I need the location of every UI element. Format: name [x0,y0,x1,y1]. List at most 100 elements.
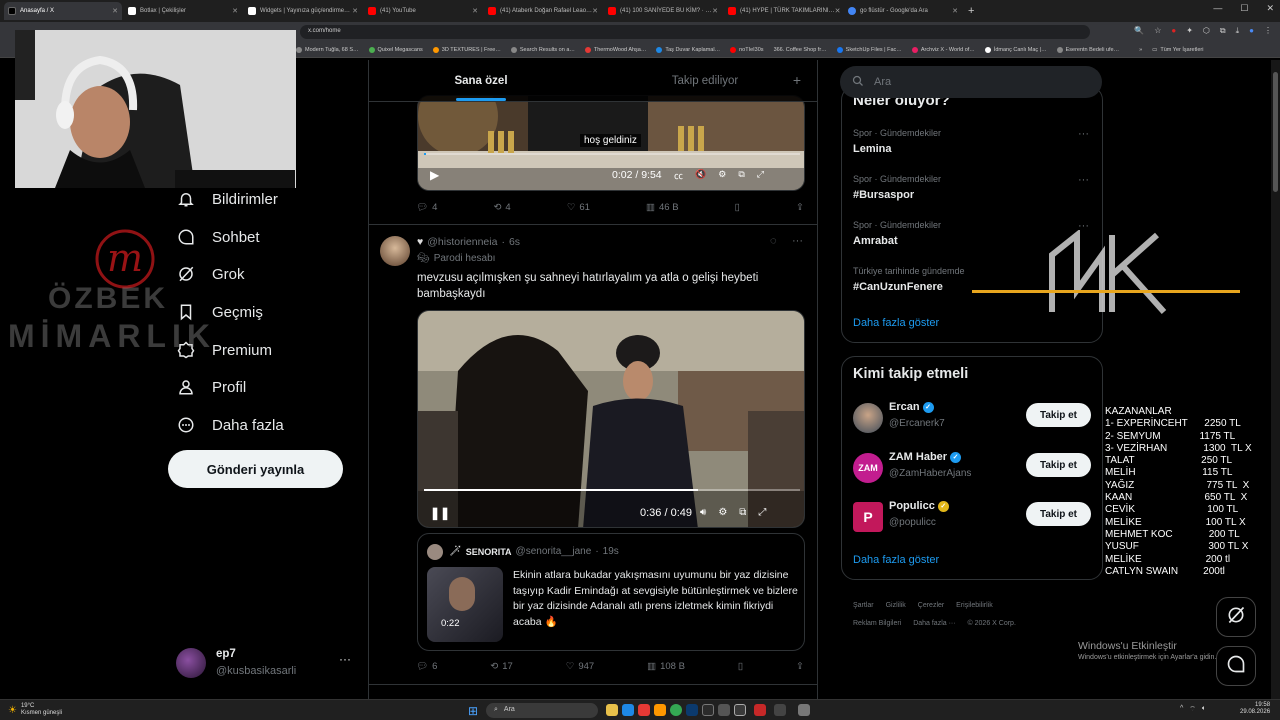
nav-item-chat[interactable]: Sohbet [176,227,260,247]
trend-more-icon[interactable]: ··· [1078,128,1089,140]
maximize-icon[interactable]: ☐ [1240,3,1248,14]
nav-item-grok[interactable]: Grok [176,264,245,284]
wifi-icon[interactable]: ⌔ [1189,705,1196,714]
photoshop-icon[interactable] [686,704,698,716]
messages-floating-button[interactable] [1216,646,1256,686]
reply-button[interactable]: 💬︎ 6 [416,661,437,672]
follow-button[interactable]: Takip et [1026,453,1091,477]
extension-icon[interactable]: ● [1171,26,1176,36]
volume-icon[interactable]: 🔊︎ [700,507,706,518]
nav-item-notifications[interactable]: Bildirimler [176,189,278,209]
app-icon[interactable] [798,704,810,716]
mute-icon[interactable]: 🔇 [695,169,706,182]
app-icon[interactable] [638,704,650,716]
tray-chevron-icon[interactable]: ^ [1180,705,1183,714]
edge-icon[interactable] [622,704,634,716]
footer-link[interactable]: Erişilebilirlik [956,602,993,609]
nav-item-profile[interactable]: Profil [176,377,246,397]
repost-button[interactable]: ⟲ 17 [490,661,513,672]
app-icon[interactable] [654,704,666,716]
follow-suggestion[interactable]: Ercan ✓ @Ercanerk7 Takip et [853,401,1093,437]
bookmark-item[interactable]: noTIeI30s [730,46,764,53]
tab-following[interactable]: Takip ediliyor [593,60,817,101]
like-button[interactable]: ♡ 947 [566,661,594,672]
browser-tab[interactable]: (41) HYPE | TÜRK TAKIMLARINI… ✕ [724,2,842,20]
app-icon[interactable] [774,704,786,716]
browser-tab[interactable]: (41) YouTube ✕ [364,2,482,20]
footer-link[interactable]: Gizlilik [886,602,906,609]
bookmark-item[interactable]: 3D TEXTURES | Free… [432,46,501,53]
search-box[interactable]: Ara [840,66,1102,98]
post-button[interactable]: Gönderi yayınla [168,450,343,488]
close-window-icon[interactable]: ✕ [1266,3,1274,14]
repost-button[interactable]: ⟲ 4 [493,202,510,213]
follow-button[interactable]: Takip et [1026,502,1091,526]
browser-tab[interactable]: Widgets | Yayınıza güç/endirme… ✕ [244,2,362,20]
show-more-trends-link[interactable]: Daha fazla göster [853,317,939,329]
play-icon[interactable]: ▶ [430,168,439,182]
video-progress-track[interactable] [424,489,800,491]
app-icon[interactable] [702,704,714,716]
address-input[interactable]: x.com/home [300,25,1090,39]
post-handle[interactable]: @historienneia [427,236,497,248]
trend-item[interactable]: Spor · Gündemdekiler #Bursaspor ··· [853,174,1089,201]
bookmarks-overflow[interactable]: » [1139,47,1142,53]
video-progress-track[interactable] [424,153,800,155]
browser-menu-icon[interactable]: ⋮ [1264,26,1272,36]
views-button[interactable]: ▥ 46 B [646,202,679,213]
captions-icon[interactable]: ㏄ [674,169,683,182]
footer-link[interactable]: Şartlar [853,602,874,609]
bookmark-item[interactable]: Taş Duvar Kaplamal… [656,46,720,53]
browser-tab[interactable]: go flüstür - Google'da Ara ✕ [844,2,962,20]
app-icon[interactable] [718,704,730,716]
bookmark-post-button[interactable]: ▯ [735,202,740,213]
close-tab-icon[interactable]: ✕ [592,7,598,15]
follow-button[interactable]: Takip et [1026,403,1091,427]
close-tab-icon[interactable]: ✕ [712,7,718,15]
fullscreen-icon[interactable]: ⤢ [757,169,764,182]
bookmark-item[interactable]: Eserentn Bedeli ufe… [1056,46,1119,53]
bookmark-item[interactable]: Modern Tuğla, 68 S… [296,46,359,53]
trend-item[interactable]: Spor · Gündemdekiler Lemina ··· [853,128,1089,155]
app-icon[interactable] [754,704,766,716]
windows-start-icon[interactable]: ⊞ [468,704,478,718]
add-tab-icon[interactable]: + [793,72,801,88]
quote-thumbnail[interactable]: 0:22 [427,567,503,642]
app-icon[interactable] [734,704,746,716]
views-button[interactable]: ▥ 108 B [647,661,685,672]
system-tray[interactable]: ^ ⌔ 🔈︎ [1180,705,1206,714]
new-tab-button[interactable]: + [968,5,974,17]
browser-tab[interactable]: (41) 100 SANİYEDE BU KİM? · … ✕ [604,2,722,20]
bookmark-post-button[interactable]: ▯ [738,661,743,672]
all-bookmarks-folder[interactable]: ▭ Tüm Yer İşaretleri [1152,47,1203,53]
bookmark-item[interactable]: Archviz X - World of… [911,46,975,53]
profile-avatar-icon[interactable]: ● [1249,26,1254,36]
trend-more-icon[interactable]: ··· [1078,174,1089,186]
close-tab-icon[interactable]: ✕ [472,7,478,15]
close-tab-icon[interactable]: ✕ [232,7,238,15]
close-tab-icon[interactable]: ✕ [835,7,841,15]
follow-suggestion[interactable]: P Populicc ✓ @populicc Takip et [853,500,1093,536]
settings-icon[interactable]: ⚙ [718,169,726,182]
share-button[interactable]: ⇪ [796,202,804,213]
browser-tab[interactable]: (41) Ataberk Doğan Rafael Leao… ✕ [484,2,602,20]
puzzle-icon[interactable]: ⧉ [1220,26,1226,36]
quoted-post[interactable]: 🪄︎ SENORITA @senorita__jane · 19s 0:22 E… [417,533,805,651]
extension-icon[interactable]: ✦ [1186,26,1193,36]
pip-icon[interactable]: ⧉ [738,169,744,182]
video-player[interactable]: hoş geldiniz ▶ 0:02 / 9:54 ㏄ 🔇 ⚙ ⧉ ⤢ [417,95,805,191]
tab-for-you[interactable]: Sana özel [369,60,593,101]
browser-tab[interactable]: Botlax | Çekilişler ✕ [124,2,242,20]
pause-icon[interactable]: ❚❚ [430,506,450,520]
post-more-icon[interactable]: ··· [792,235,803,247]
close-tab-icon[interactable]: ✕ [352,7,358,15]
grok-floating-button[interactable] [1216,597,1256,637]
footer-link[interactable]: Daha fazla ··· [913,620,955,627]
bookmark-item[interactable]: 366. Coffee Shop fr… [774,47,827,53]
grok-explain-icon[interactable]: ◌ [770,235,777,247]
avatar[interactable] [380,236,410,266]
close-tab-icon[interactable]: ✕ [952,7,958,15]
like-button[interactable]: ♡ 61 [567,202,590,213]
account-switcher[interactable]: ep7 @kusbasikasarli ··· [176,646,356,678]
bookmark-star-icon[interactable]: ☆ [1154,26,1161,36]
